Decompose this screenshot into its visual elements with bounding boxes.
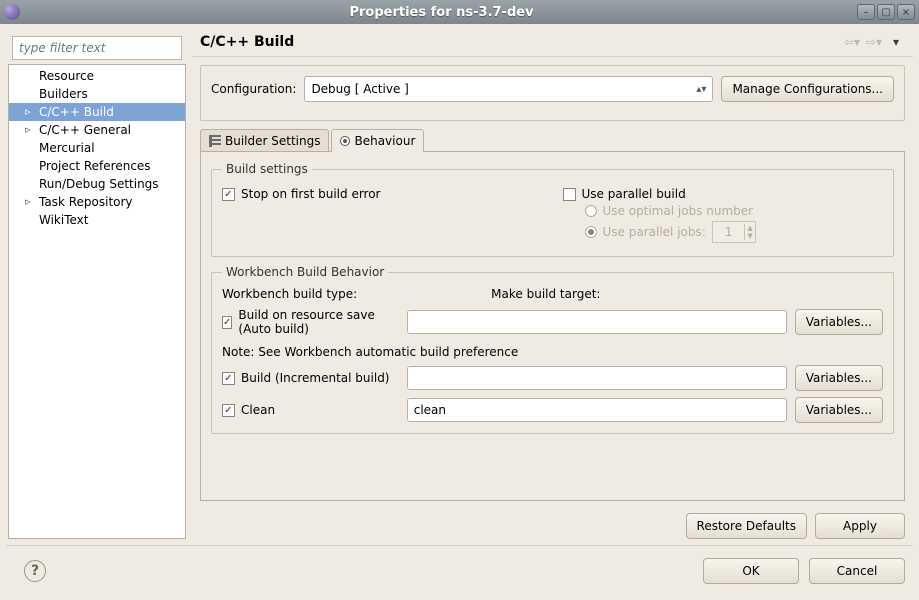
titlebar: Properties for ns-3.7-dev – ▢ × [0,0,919,24]
apply-button[interactable]: Apply [815,513,905,539]
left-pane: Resource Builders C/C++ Build C/C++ Gene… [6,30,188,541]
tree-item-project-references[interactable]: Project References [9,157,185,175]
make-build-target-header: Make build target: [491,287,871,301]
use-parallel-jobs-label: Use parallel jobs: [603,225,706,239]
right-pane: C/C++ Build ⇦▾ ⇨▾ ▾ Configuration: Debug… [192,30,913,541]
app-icon [4,4,20,20]
parallel-jobs-spinner: 1 ▲▼ [712,221,756,243]
parallel-jobs-value: 1 [713,225,745,239]
nav-menu-icon[interactable]: ▾ [887,34,905,50]
auto-build-target-input[interactable] [407,310,787,334]
tab-behaviour[interactable]: Behaviour [331,129,424,152]
clean-label: Clean [241,403,275,417]
configuration-label: Configuration: [211,82,296,96]
use-optimal-jobs-label: Use optimal jobs number [603,204,754,218]
configuration-select[interactable]: Debug [ Active ] ▴▾ [304,76,713,102]
incremental-build-label: Build (Incremental build) [241,371,390,385]
page-title: C/C++ Build [200,34,839,50]
ok-button[interactable]: OK [703,558,799,584]
tab-builder-settings-label: Builder Settings [225,134,320,148]
tree-item-mercurial[interactable]: Mercurial [9,139,185,157]
configuration-value: Debug [ Active ] [311,82,408,96]
clean-target-input[interactable] [407,398,787,422]
tab-behaviour-label: Behaviour [354,134,415,148]
nav-back-icon[interactable]: ⇦▾ [843,34,861,50]
filter-input[interactable] [12,36,182,60]
auto-build-checkbox[interactable]: ✓ [222,316,232,329]
tree-item-wikitext[interactable]: WikiText [9,211,185,229]
incremental-build-checkbox[interactable]: ✓ [222,372,235,385]
window-title: Properties for ns-3.7-dev [26,5,857,20]
stop-on-first-error-checkbox[interactable]: ✓ [222,188,235,201]
list-icon [209,135,221,147]
tab-panel-behaviour: Build settings ✓ Stop on first build err… [200,151,905,501]
use-parallel-build-label: Use parallel build [582,187,686,201]
tree-item-ccpp-build[interactable]: C/C++ Build [9,103,185,121]
incremental-target-input[interactable] [407,366,787,390]
workbench-build-behavior-group: Workbench Build Behavior Workbench build… [211,265,894,434]
nav-forward-icon[interactable]: ⇨▾ [865,34,883,50]
tabs: Builder Settings Behaviour [200,129,905,152]
configuration-row: Configuration: Debug [ Active ] ▴▾ Manag… [200,65,905,121]
clean-checkbox[interactable]: ✓ [222,404,235,417]
tree-item-builders[interactable]: Builders [9,85,185,103]
auto-build-variables-button[interactable]: Variables... [795,309,883,335]
close-button[interactable]: × [897,4,915,20]
incremental-variables-button[interactable]: Variables... [795,365,883,391]
use-parallel-jobs-radio [585,226,597,238]
tree-item-resource[interactable]: Resource [9,67,185,85]
chevron-updown-icon: ▴▾ [696,84,706,95]
restore-defaults-button[interactable]: Restore Defaults [686,513,807,539]
maximize-button[interactable]: ▢ [877,4,895,20]
use-optimal-jobs-radio [585,205,597,217]
tree-item-ccpp-general[interactable]: C/C++ General [9,121,185,139]
auto-build-note: Note: See Workbench automatic build pref… [222,345,883,359]
stop-on-first-error-label: Stop on first build error [241,187,381,201]
radio-icon [340,136,350,146]
workbench-build-type-header: Workbench build type: [222,287,483,301]
auto-build-label: Build on resource save (Auto build) [238,308,398,336]
tab-builder-settings[interactable]: Builder Settings [200,129,329,152]
tree-item-run-debug-settings[interactable]: Run/Debug Settings [9,175,185,193]
build-settings-legend: Build settings [222,162,312,176]
workbench-legend: Workbench Build Behavior [222,265,388,279]
tree-item-task-repository[interactable]: Task Repository [9,193,185,211]
nav-tree[interactable]: Resource Builders C/C++ Build C/C++ Gene… [8,64,186,539]
cancel-button[interactable]: Cancel [809,558,905,584]
build-settings-group: Build settings ✓ Stop on first build err… [211,162,894,257]
clean-variables-button[interactable]: Variables... [795,397,883,423]
help-icon[interactable]: ? [24,560,46,582]
minimize-button[interactable]: – [857,4,875,20]
manage-configurations-button[interactable]: Manage Configurations... [721,76,894,102]
use-parallel-build-checkbox[interactable] [563,188,576,201]
